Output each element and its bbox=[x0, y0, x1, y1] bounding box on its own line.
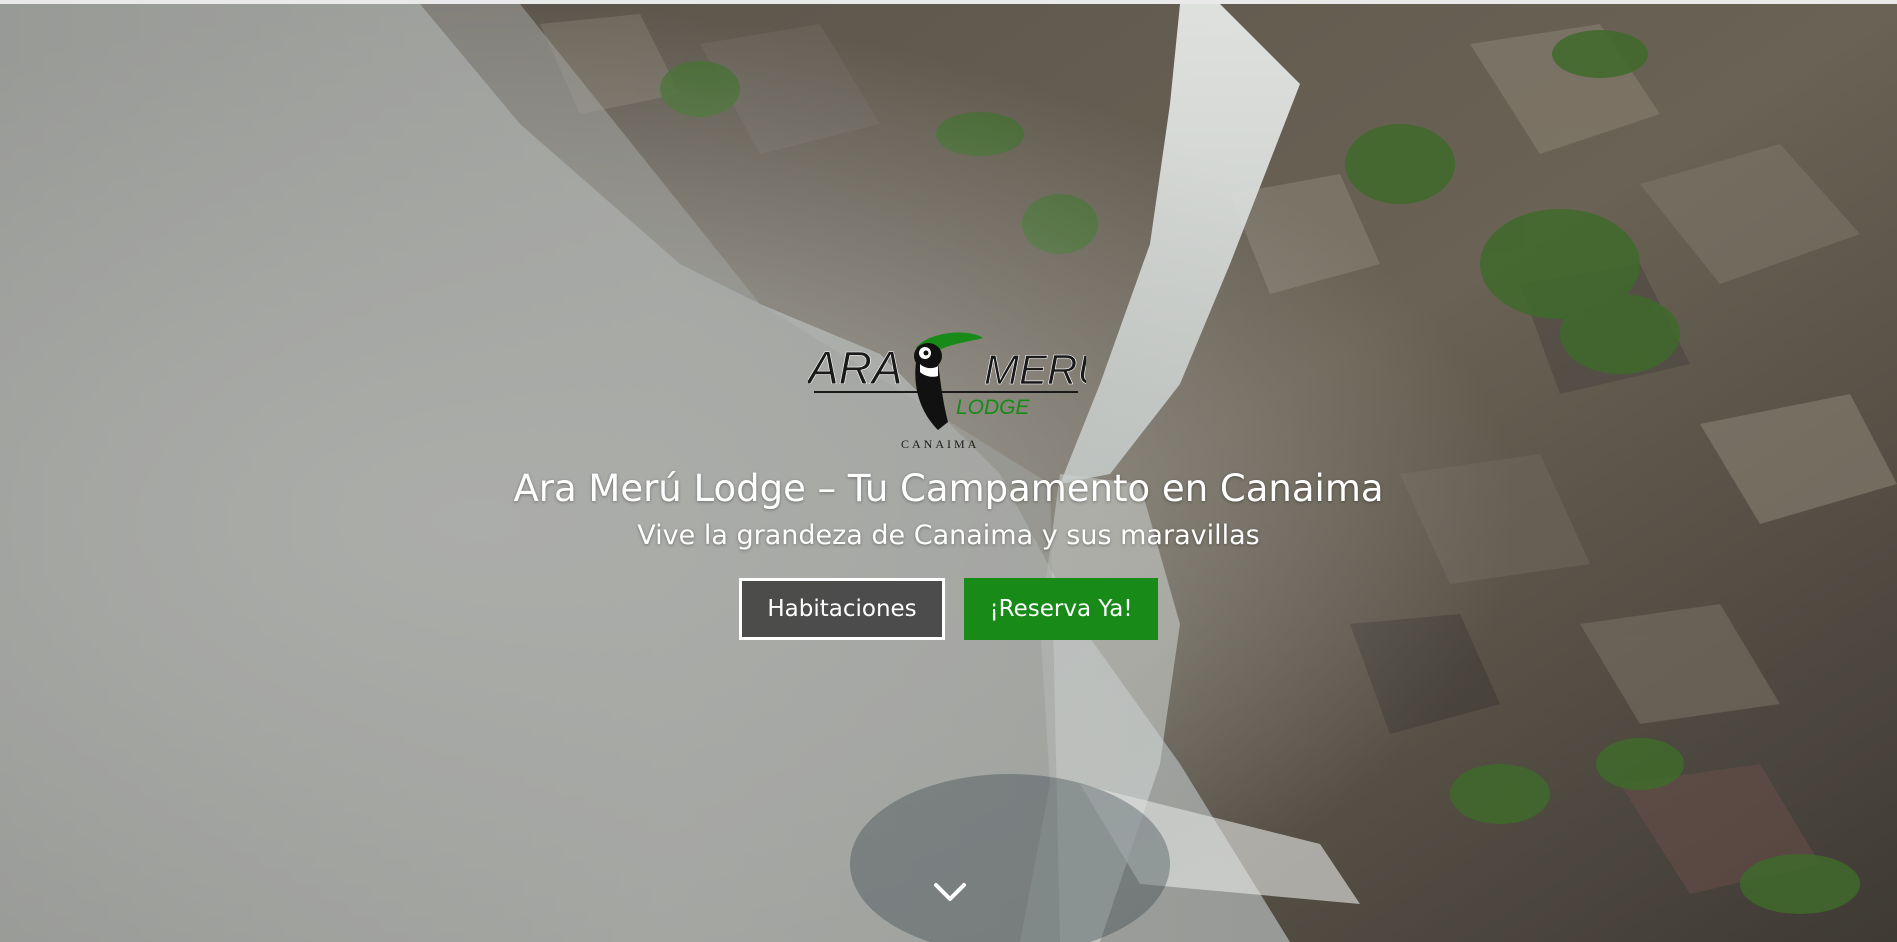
hero-section: ARA MERÚ LODGE CANAIMA Ara Merú Lodge – … bbox=[0, 4, 1897, 942]
book-now-button[interactable]: ¡Reserva Ya! bbox=[964, 578, 1158, 640]
page-title: Ara Merú Lodge – Tu Campamento en Canaim… bbox=[513, 467, 1384, 510]
logo-text-ara: ARA bbox=[808, 342, 903, 394]
lodge-logo: ARA MERÚ LODGE CANAIMA bbox=[808, 332, 1086, 451]
page: ARA MERÚ LODGE CANAIMA Ara Merú Lodge – … bbox=[0, 0, 1897, 942]
rooms-button-label: Habitaciones bbox=[767, 596, 917, 622]
chevron-down-icon[interactable] bbox=[933, 881, 967, 903]
logo-text-meru: MERÚ bbox=[984, 346, 1086, 393]
top-strip bbox=[0, 0, 1897, 4]
rooms-button[interactable]: Habitaciones bbox=[739, 578, 945, 640]
logo-text-place: CANAIMA bbox=[901, 437, 979, 451]
page-subtitle: Vive la grandeza de Canaima y sus maravi… bbox=[637, 520, 1260, 551]
logo-text-lodge: LODGE bbox=[956, 396, 1031, 419]
book-now-button-label: ¡Reserva Ya! bbox=[989, 596, 1133, 622]
